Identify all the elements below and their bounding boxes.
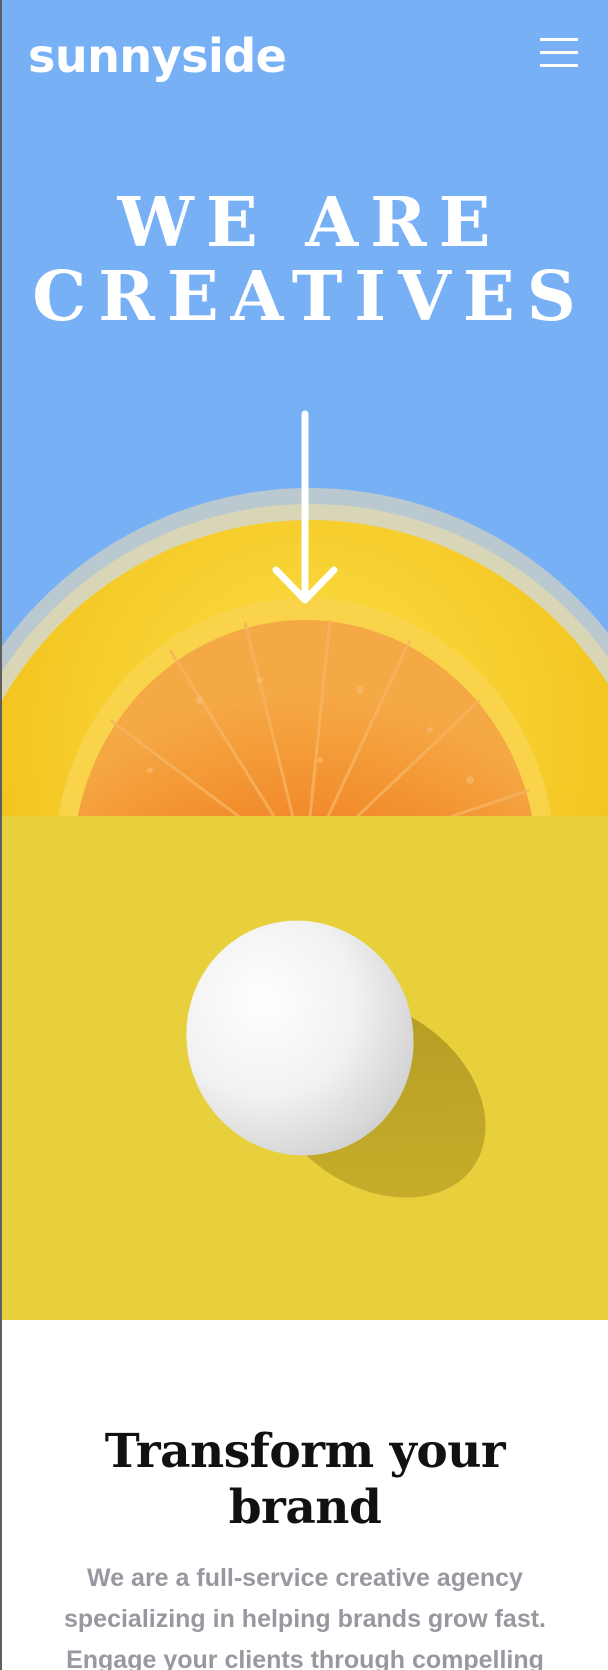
- egg-image-section: [0, 816, 608, 1320]
- transform-body: We are a full-service creative agency sp…: [63, 1564, 546, 1670]
- hero-image-orange: [0, 488, 608, 816]
- hamburger-menu-icon[interactable]: [540, 38, 578, 68]
- arrow-down-icon[interactable]: [270, 410, 340, 610]
- page: sunnyside WE ARE CREATIVES Transform you…: [0, 0, 608, 1670]
- logo[interactable]: sunnyside: [28, 26, 287, 86]
- menu-bar-middle: [540, 51, 578, 54]
- transform-title: Transform your brand: [104, 1424, 506, 1535]
- egg-image: [0, 816, 608, 1320]
- menu-bar-bottom: [540, 64, 578, 67]
- menu-bar-top: [540, 38, 578, 41]
- window-edge: [0, 0, 2, 1670]
- transform-section: Transform your brand We are a full-servi…: [0, 1320, 608, 1670]
- hero-section: sunnyside WE ARE CREATIVES: [0, 0, 608, 816]
- hero-title: WE ARE CREATIVES: [32, 183, 588, 337]
